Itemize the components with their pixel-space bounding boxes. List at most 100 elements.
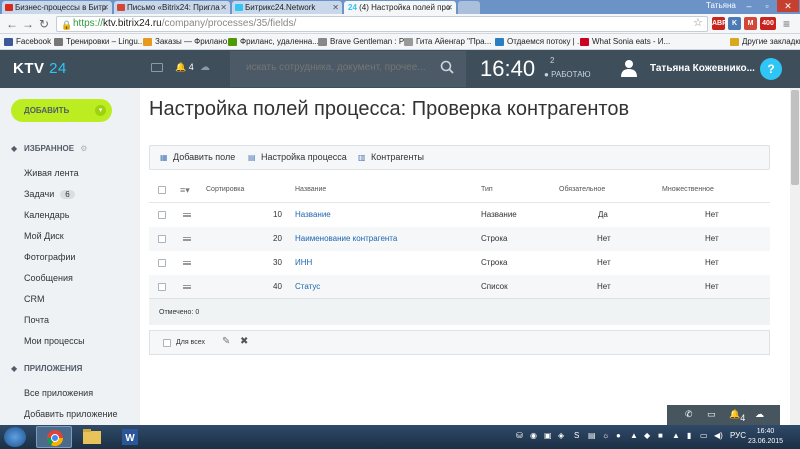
- table-row[interactable]: 40 Статус Список Нет Нет: [149, 275, 770, 299]
- badge-extension-icon[interactable]: 400: [760, 17, 776, 30]
- add-field-button[interactable]: ▦ Добавить поле: [160, 152, 235, 162]
- menu-item-tasks[interactable]: Задачи 6: [24, 189, 75, 199]
- menu-item-photos[interactable]: Фотографии: [24, 252, 75, 262]
- address-bar[interactable]: 🔒 https://ktv.bitrix24.ru/company/proces…: [56, 16, 708, 32]
- user-avatar-icon[interactable]: [621, 59, 637, 77]
- minimize-icon[interactable]: –: [740, 0, 758, 12]
- select-all-checkbox[interactable]: [158, 186, 166, 194]
- tray-icon[interactable]: ▣: [544, 431, 552, 440]
- bell-icon[interactable]: 🔔 4: [729, 409, 745, 423]
- column-sort[interactable]: Сортировка: [206, 177, 244, 203]
- clock[interactable]: 16:40: [480, 56, 535, 82]
- adblock-extension-icon[interactable]: ABP: [712, 17, 727, 30]
- field-name-link[interactable]: Название: [295, 203, 331, 227]
- new-tab-button[interactable]: [458, 1, 480, 14]
- notifications-icon[interactable]: 🔔 4: [175, 62, 194, 73]
- column-multiple[interactable]: Множественное: [662, 177, 714, 203]
- close-tab-icon[interactable]: ✕: [102, 1, 109, 14]
- tray-icon[interactable]: ▲: [672, 431, 680, 440]
- menu-item-mail[interactable]: Почта: [24, 315, 49, 325]
- bookmark-star-icon[interactable]: ☆: [693, 16, 703, 29]
- settings-gear-icon[interactable]: ⚙: [80, 144, 87, 153]
- search-icon[interactable]: [440, 60, 454, 74]
- other-bookmarks[interactable]: Другие закладки: [730, 36, 800, 48]
- phone-icon[interactable]: ✆: [685, 409, 693, 420]
- column-type[interactable]: Тип: [481, 177, 493, 203]
- tray-icon[interactable]: ◆: [644, 431, 650, 440]
- close-tab-icon[interactable]: ✕: [220, 1, 227, 14]
- menu-item-crm[interactable]: CRM: [24, 294, 45, 304]
- scrollbar-thumb[interactable]: [791, 90, 799, 185]
- delete-icon[interactable]: ✖: [240, 336, 248, 347]
- row-menu-icon[interactable]: [183, 237, 191, 241]
- browser-tab[interactable]: Бизнес-процессы в Битр ✕: [2, 1, 112, 14]
- field-name-link[interactable]: ИНН: [295, 251, 312, 275]
- field-name-link[interactable]: Наименование контрагента: [295, 227, 397, 251]
- system-clock[interactable]: 16:40 23.06.2015: [748, 427, 783, 447]
- bookmark-item[interactable]: Заказы — Фрилано...: [143, 36, 234, 48]
- work-status[interactable]: ● РАБОТАЮ: [544, 70, 591, 79]
- bookmark-item[interactable]: Гита Айенгар "Пра...: [404, 36, 491, 48]
- chrome-taskbar-icon[interactable]: [36, 426, 72, 448]
- tray-icon[interactable]: ⛁: [516, 431, 523, 440]
- add-button[interactable]: ДОБАВИТЬ ▾: [11, 99, 112, 122]
- field-name-link[interactable]: Статус: [295, 275, 320, 299]
- skype-icon[interactable]: S: [574, 431, 579, 440]
- table-row[interactable]: 20 Наименование контрагента Строка Нет Н…: [149, 227, 770, 251]
- row-menu-icon[interactable]: [183, 213, 191, 217]
- apps-section-title[interactable]: ◆ ПРИЛОЖЕНИЯ: [11, 364, 82, 373]
- tray-icon[interactable]: ●: [616, 431, 621, 440]
- bookmark-item[interactable]: Brave Gentleman : P...: [318, 36, 410, 48]
- bookmark-item[interactable]: Тренировки – Lingu...: [54, 36, 144, 48]
- row-checkbox[interactable]: [158, 259, 166, 267]
- cloud-sync-icon[interactable]: ☁: [755, 409, 764, 420]
- favorites-section-title[interactable]: ◆ ИЗБРАННОЕ ⚙: [11, 144, 87, 153]
- chat-bubble-icon[interactable]: ▭: [707, 409, 716, 420]
- portal-logo[interactable]: KTV 24: [13, 60, 67, 77]
- tray-icon[interactable]: ▲: [630, 431, 638, 440]
- column-required[interactable]: Обязательное: [559, 177, 605, 203]
- menu-item-my-disk[interactable]: Мой Диск: [24, 231, 64, 241]
- start-button[interactable]: [4, 427, 26, 447]
- page-scrollbar[interactable]: [790, 88, 800, 425]
- search-input[interactable]: [246, 62, 436, 73]
- menu-item-add-app[interactable]: Добавить приложение: [24, 409, 117, 419]
- cloud-icon[interactable]: ☁: [200, 62, 210, 73]
- reload-icon[interactable]: ↻: [39, 17, 49, 31]
- bookmark-item[interactable]: What Sonia eats - И...: [580, 36, 670, 48]
- table-row[interactable]: 30 ИНН Строка Нет Нет: [149, 251, 770, 275]
- menu-item-my-processes[interactable]: Мои процессы: [24, 336, 85, 346]
- row-menu-icon[interactable]: [183, 285, 191, 289]
- menu-icon[interactable]: ≡: [783, 17, 790, 31]
- bookmark-item[interactable]: Facebook: [4, 36, 51, 48]
- process-settings-button[interactable]: ▤ Настройка процесса: [248, 152, 347, 162]
- extension-icon[interactable]: K: [728, 17, 741, 30]
- browser-tab[interactable]: Письмо «Bitrix24: Пригла ✕: [114, 1, 230, 14]
- bookmark-item[interactable]: Фриланс, удаленна...: [228, 36, 319, 48]
- language-indicator[interactable]: РУС: [730, 431, 746, 440]
- menu-item-messages[interactable]: Сообщения: [24, 273, 73, 283]
- word-taskbar-icon[interactable]: W: [112, 426, 148, 448]
- row-menu-icon[interactable]: [183, 261, 191, 265]
- tray-icon[interactable]: ◉: [530, 431, 537, 440]
- close-tab-icon[interactable]: ✕: [332, 1, 339, 14]
- menu-item-all-apps[interactable]: Все приложения: [24, 388, 93, 398]
- row-checkbox[interactable]: [158, 235, 166, 243]
- tray-icon[interactable]: ▤: [588, 431, 596, 440]
- menu-item-live-feed[interactable]: Живая лента: [24, 168, 79, 178]
- column-name[interactable]: Название: [295, 177, 326, 203]
- grid-settings-icon[interactable]: ≡▾: [180, 177, 190, 203]
- tray-icon[interactable]: ◈: [558, 431, 564, 440]
- menu-item-calendar[interactable]: Календарь: [24, 210, 69, 220]
- edit-pencil-icon[interactable]: ✎: [222, 336, 230, 347]
- tray-icon[interactable]: ☼: [602, 431, 609, 440]
- contractors-button[interactable]: ▥ Контрагенты: [358, 152, 424, 162]
- for-all-checkbox[interactable]: [163, 339, 171, 347]
- explorer-taskbar-icon[interactable]: [74, 426, 110, 448]
- row-checkbox[interactable]: [158, 283, 166, 291]
- window-close-icon[interactable]: ✕: [777, 0, 799, 12]
- row-checkbox[interactable]: [158, 211, 166, 219]
- close-tab-icon[interactable]: ✕: [446, 1, 453, 14]
- gmail-extension-icon[interactable]: M: [744, 17, 757, 30]
- volume-icon[interactable]: ◀): [714, 431, 723, 440]
